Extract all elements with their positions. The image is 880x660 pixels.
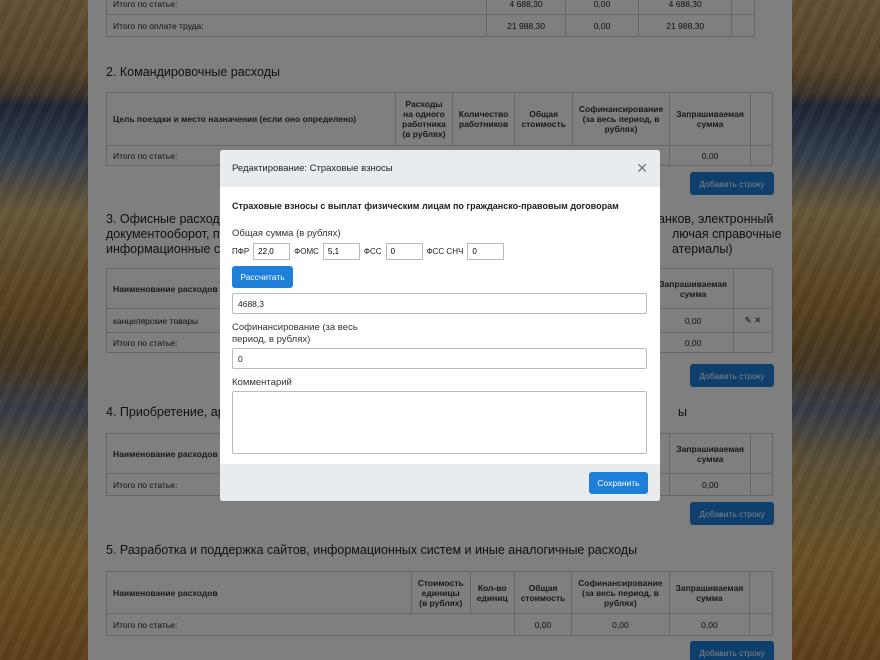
fss-snch-label: ФСС СНЧ [426,247,464,256]
fss-label: ФСС [363,247,382,256]
comment-label: Комментарий [232,377,292,388]
pfr-label: ПФР [232,247,250,256]
cofin-label: Софинансирование (за весь период, в рубл… [232,322,648,346]
edit-modal: Редактирование: Страховые взносы ✕ Страх… [220,150,660,501]
total-label: Общая сумма (в рублях) [232,228,341,239]
cofin-label-line: Софинансирование (за весь [232,322,358,333]
modal-title: Редактирование: Страховые взносы [232,163,393,174]
cofin-label-line: период, в рублях) [232,334,311,345]
rates-row: ПФР ФОМС ФСС ФСС СНЧ [232,243,648,260]
total-field[interactable]: 4688,3 [232,293,647,314]
save-button[interactable]: Сохранить [589,471,648,494]
close-icon[interactable]: ✕ [636,160,648,177]
pfr-input[interactable] [253,243,291,260]
fss-input[interactable] [385,243,423,260]
foms-input[interactable] [322,243,360,260]
foms-label: ФОМС [294,247,319,256]
modal-body: Страховые взносы с выплат физическим лиц… [220,187,660,466]
fss-snch-input[interactable] [467,243,505,260]
modal-subtitle: Страховые взносы с выплат физическим лиц… [232,201,619,211]
cofin-field[interactable]: 0 [232,348,647,369]
comment-textarea[interactable] [232,391,647,454]
modal-header: Редактирование: Страховые взносы ✕ [220,150,660,187]
calculate-button[interactable]: Рассчитать [232,266,293,288]
modal-footer: Сохранить [220,464,660,501]
